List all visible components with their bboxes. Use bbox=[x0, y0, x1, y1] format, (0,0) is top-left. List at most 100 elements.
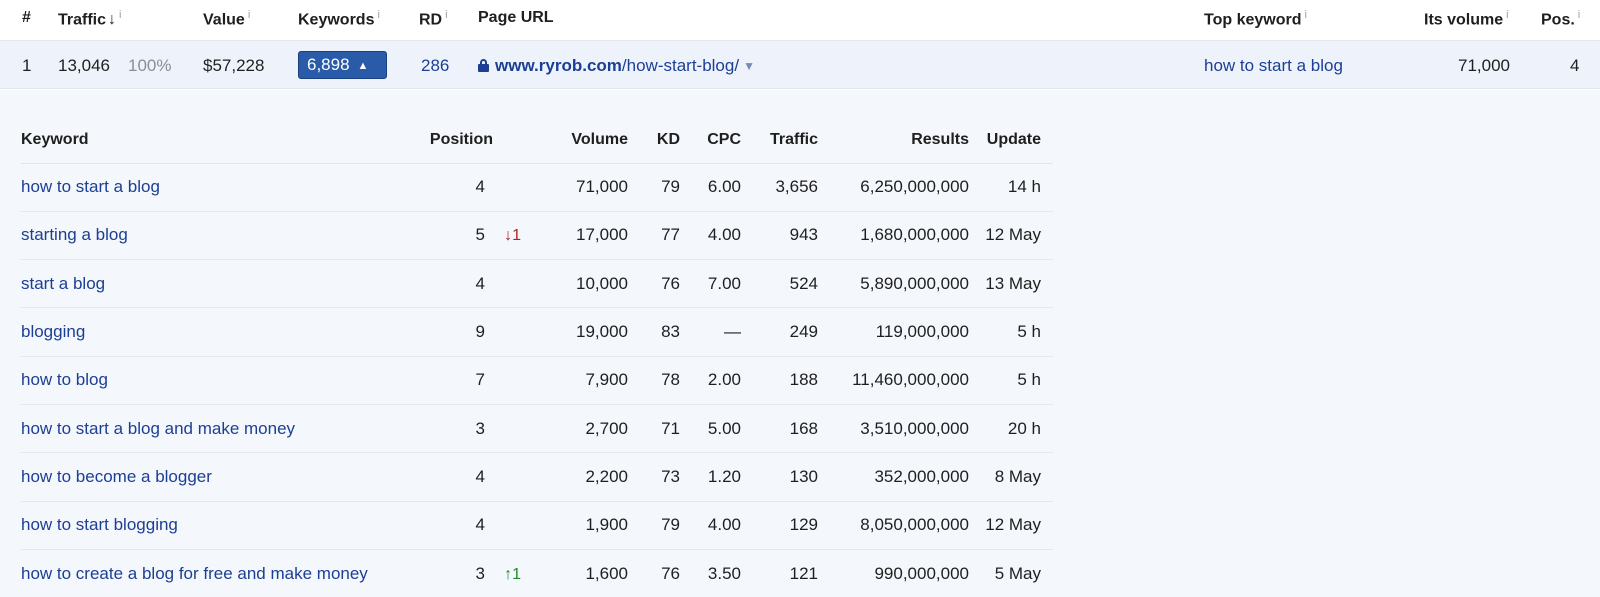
cpc-cell: — bbox=[680, 307, 741, 357]
table-row: how to become a blogger 4 2,200 73 1.20 130 35… bbox=[21, 452, 1053, 502]
traffic-cell: 121 bbox=[789, 563, 818, 583]
header-keywords[interactable]: Keywords i bbox=[298, 9, 380, 29]
header-value[interactable]: Value i bbox=[203, 9, 250, 29]
row-value: $57,228 bbox=[203, 56, 265, 75]
results-cell: 3,510,000,000 bbox=[818, 404, 969, 454]
caret-down-icon[interactable]: ▼ bbox=[743, 59, 755, 73]
kd-cell: 73 bbox=[628, 452, 680, 502]
info-icon[interactable]: i bbox=[1305, 9, 1307, 21]
position-cell: 4 bbox=[401, 501, 521, 550]
info-icon[interactable]: i bbox=[1506, 9, 1508, 21]
volume-cell: 7,900 bbox=[521, 356, 628, 405]
header-traffic[interactable]: Traffic ↓ i bbox=[58, 9, 121, 29]
position-change: ↓1 bbox=[504, 227, 521, 245]
cpc-cell: 4.00 bbox=[680, 501, 741, 550]
traffic-cell: 188 bbox=[741, 356, 818, 405]
info-icon[interactable]: i bbox=[1578, 9, 1580, 21]
cpc-cell: 4.00 bbox=[680, 211, 741, 261]
cpc-cell: 1.20 bbox=[680, 452, 741, 502]
col-results[interactable]: Results bbox=[818, 117, 969, 164]
keyword-link[interactable]: how to start a blog bbox=[21, 163, 401, 212]
url-path: /how-start-blog/ bbox=[621, 56, 740, 75]
table-row: how to start blogging 4 1,900 79 4.00 129 8,05… bbox=[21, 501, 1053, 550]
keyword-link[interactable]: how to start a blog and make money bbox=[21, 404, 401, 454]
keyword-link[interactable]: how to blog bbox=[21, 356, 401, 405]
keyword-link[interactable]: how to become a blogger bbox=[21, 452, 401, 502]
cpc-cell: 2.00 bbox=[680, 356, 741, 405]
update-cell: 20 h bbox=[969, 404, 1053, 454]
keyword-link[interactable]: blogging bbox=[21, 307, 401, 357]
keyword-link[interactable]: how to create a blog for free and make m… bbox=[21, 549, 401, 597]
keyword-link[interactable]: how to start blogging bbox=[21, 501, 401, 550]
volume-cell: 1,900 bbox=[521, 501, 628, 550]
results-cell: 119,000,000 bbox=[818, 307, 969, 357]
table-row: how to create a blog for free and make m… bbox=[21, 549, 1053, 597]
position-cell: 7 bbox=[401, 356, 521, 405]
position-cell: 3 ↑1 bbox=[401, 549, 521, 597]
update-cell: 8 May bbox=[969, 452, 1053, 502]
results-cell: 5,890,000,000 bbox=[818, 259, 969, 309]
top-keyword-link[interactable]: how to start a blog bbox=[1204, 56, 1343, 76]
url-domain: www.ryrob.com bbox=[495, 56, 622, 75]
position-cell: 5 ↓1 bbox=[401, 211, 521, 261]
page-row[interactable]: 1 13,046 100% $57,228 6,898 ▲ 286 www.ryr… bbox=[0, 41, 1600, 89]
kd-cell: 71 bbox=[628, 404, 680, 454]
kd-cell: 77 bbox=[628, 211, 680, 261]
traffic-cell: 168 bbox=[741, 404, 818, 454]
keywords-toggle-button[interactable]: 6,898 ▲ bbox=[298, 51, 387, 79]
info-icon[interactable]: i bbox=[248, 9, 250, 21]
col-volume[interactable]: Volume bbox=[521, 117, 628, 164]
volume-cell: 17,000 bbox=[521, 211, 628, 261]
traffic-cell: 129 bbox=[741, 501, 818, 550]
row-rd-link[interactable]: 286 bbox=[421, 56, 449, 76]
volume-cell: 2,700 bbox=[521, 404, 628, 454]
keywords-table-header: Keyword Position Volume KD CPC Traffic R… bbox=[21, 117, 1053, 164]
results-cell: 990,000,000 bbox=[874, 563, 969, 583]
update-cell: 14 h bbox=[969, 163, 1053, 212]
volume-cell: 19,000 bbox=[521, 307, 628, 357]
info-icon[interactable]: i bbox=[119, 9, 121, 21]
position-cell: 9 bbox=[401, 307, 521, 357]
position-value: 9 bbox=[475, 322, 485, 342]
col-cpc[interactable]: CPC bbox=[680, 117, 741, 164]
position-cell: 4 bbox=[401, 163, 521, 212]
position-cell: 3 bbox=[401, 404, 521, 454]
col-update[interactable]: Update bbox=[969, 117, 1053, 164]
cpc-cell: 7.00 bbox=[680, 259, 741, 309]
traffic-cell: 524 bbox=[741, 259, 818, 309]
header-rd[interactable]: RD i bbox=[419, 9, 448, 29]
col-position[interactable]: Position bbox=[401, 117, 521, 164]
header-pos[interactable]: Pos. i bbox=[1541, 9, 1580, 29]
page-url-link[interactable]: www.ryrob.com/how-start-blog/▼ bbox=[478, 56, 755, 76]
update-cell: 5 h bbox=[969, 356, 1053, 405]
traffic-cell: 943 bbox=[741, 211, 818, 261]
row-traffic: 13,046 bbox=[58, 56, 110, 75]
row-traffic-share: 100% bbox=[128, 56, 172, 75]
col-traffic[interactable]: Traffic bbox=[741, 117, 818, 164]
position-cell: 4 bbox=[401, 452, 521, 502]
col-keyword[interactable]: Keyword bbox=[21, 117, 401, 164]
lock-icon bbox=[478, 59, 489, 72]
sort-down-icon: ↓ bbox=[108, 11, 117, 29]
info-icon[interactable]: i bbox=[445, 9, 447, 21]
keyword-link[interactable]: start a blog bbox=[21, 259, 401, 309]
position-change: ↑1 bbox=[504, 565, 521, 583]
keywords-table: Keyword Position Volume KD CPC Traffic R… bbox=[21, 117, 1053, 597]
volume-cell: 10,000 bbox=[521, 259, 628, 309]
header-page-url[interactable]: Page URL bbox=[478, 9, 554, 27]
kd-cell: 76 bbox=[661, 563, 680, 583]
results-cell: 352,000,000 bbox=[818, 452, 969, 502]
position-value: 4 bbox=[475, 273, 485, 293]
position-value: 4 bbox=[475, 466, 485, 486]
traffic-cell: 130 bbox=[741, 452, 818, 502]
table-row: how to start a blog 4 71,000 79 6.00 3,656 6,2… bbox=[21, 163, 1053, 212]
col-kd[interactable]: KD bbox=[628, 117, 680, 164]
results-cell: 6,250,000,000 bbox=[818, 163, 969, 212]
update-cell: 12 May bbox=[969, 501, 1053, 550]
volume-cell: 71,000 bbox=[521, 163, 628, 212]
keyword-link[interactable]: starting a blog bbox=[21, 211, 401, 261]
info-icon[interactable]: i bbox=[377, 9, 379, 21]
header-its-volume[interactable]: Its volume i bbox=[1424, 9, 1509, 29]
position-value: 4 bbox=[475, 177, 485, 197]
header-top-keyword[interactable]: Top keyword i bbox=[1204, 9, 1307, 29]
